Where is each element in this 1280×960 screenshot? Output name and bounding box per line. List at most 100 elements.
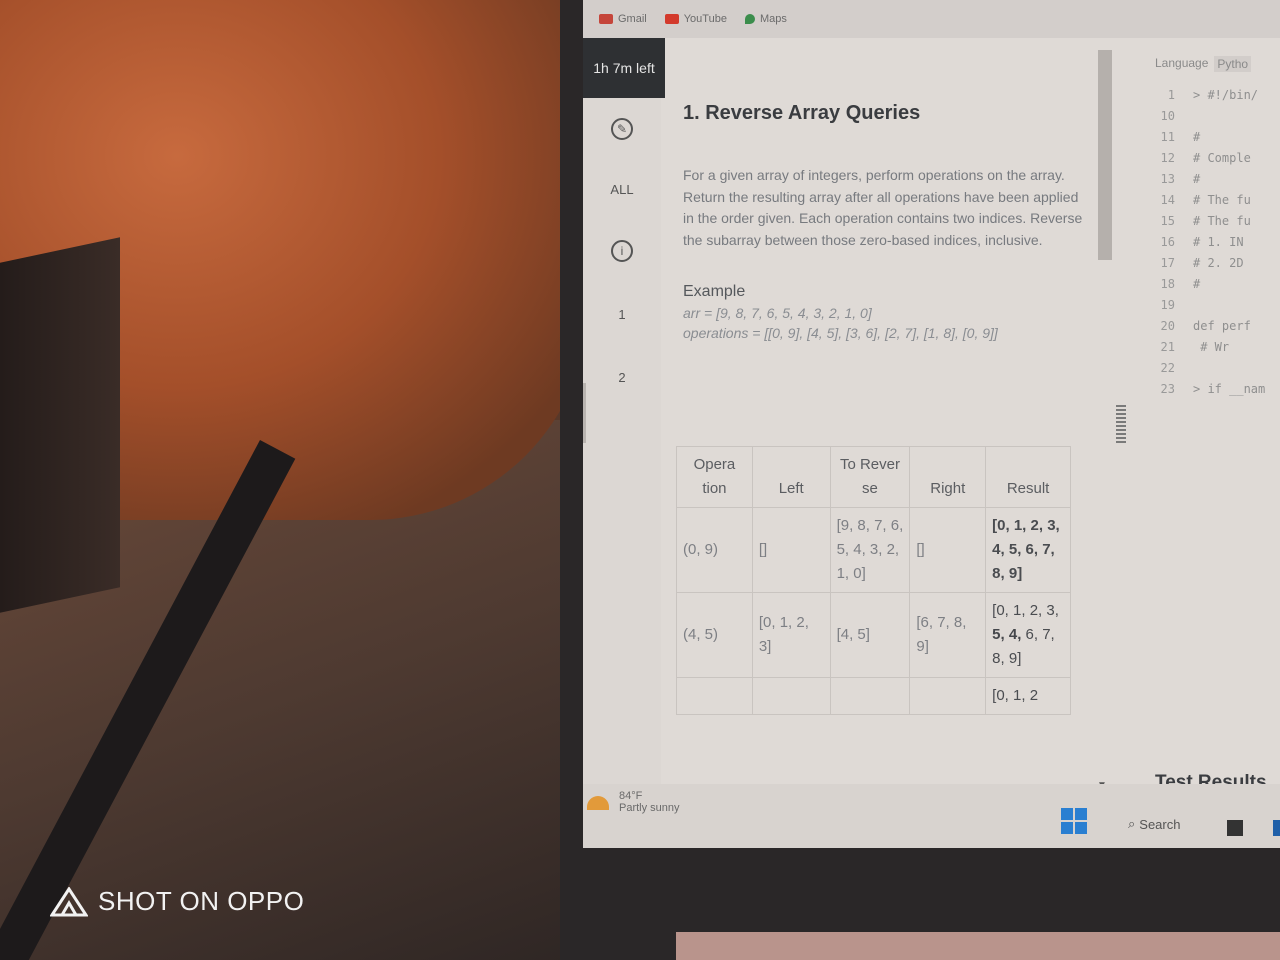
code-line[interactable]: 23 > if __nam xyxy=(1143,382,1266,403)
weather-temp: 84°F xyxy=(619,790,643,802)
line-number: 14 xyxy=(1160,193,1175,207)
code-line[interactable]: 18 # xyxy=(1143,277,1201,298)
maps-icon xyxy=(744,14,755,24)
windows-start-icon[interactable] xyxy=(1061,808,1087,834)
header-left: Left xyxy=(751,446,831,508)
taskbar-app-icon[interactable] xyxy=(1273,820,1280,836)
cell-left xyxy=(751,677,831,715)
code-line[interactable]: 22 xyxy=(1143,361,1193,382)
code-line[interactable]: 13 # xyxy=(1143,172,1201,193)
example-arr: arr = [9, 8, 7, 6, 5, 4, 3, 2, 1, 0] xyxy=(683,305,872,321)
cell-operation: (4, 5) xyxy=(676,592,753,678)
language-value[interactable]: Pytho xyxy=(1214,56,1252,72)
bookmark-gmail[interactable]: Gmail xyxy=(599,13,647,25)
nav-info[interactable]: i xyxy=(583,240,661,262)
watermark-text: SHOT ON OPPO xyxy=(98,886,305,916)
code-line[interactable]: 17 # 2. 2D xyxy=(1143,256,1244,277)
line-number: 21 xyxy=(1160,340,1175,354)
header-result: Result xyxy=(985,446,1071,508)
line-code: # 1. IN xyxy=(1193,235,1244,249)
line-code: # Comple xyxy=(1193,151,1251,165)
cell-left: [] xyxy=(751,507,831,593)
table-row: (4, 5) [0, 1, 2, 3] [4, 5] [6, 7, 8, 9] … xyxy=(676,592,1071,678)
problem-scrollbar[interactable] xyxy=(1098,50,1112,260)
code-line[interactable]: 14 # The fu xyxy=(1143,193,1251,214)
cell-operation: (0, 9) xyxy=(676,507,753,593)
weather-condition: Partly sunny xyxy=(619,802,680,814)
code-line[interactable]: 20 def perf xyxy=(1143,319,1251,340)
laptop-screen: Gmail YouTube Maps 1h 7m left ✎ ALL i 1 … xyxy=(583,0,1280,848)
problem-description: For a given array of integers, perform o… xyxy=(683,167,1083,248)
header-operation: Opera tion xyxy=(676,446,753,508)
camera-watermark: SHOT ON OPPO xyxy=(50,886,304,917)
background-shadow xyxy=(0,237,120,613)
table-header-row: Opera tion Left To Rever se Right Result xyxy=(676,446,1071,508)
header-reverse: To Rever se xyxy=(829,446,911,508)
pencil-icon: ✎ xyxy=(611,118,633,140)
result-part: [0, 1, 2, 3, xyxy=(992,602,1059,619)
taskbar-search[interactable]: ⌕ Search xyxy=(1128,816,1180,832)
taskbar: 84°F Partly sunny ⌕ Search xyxy=(583,784,1280,848)
cell-result: [0, 1, 2, 3, 5, 4, 6, 7, 8, 9] xyxy=(985,592,1071,678)
language-selector[interactable]: Language Pytho xyxy=(1155,56,1252,72)
cell-reverse: [9, 8, 7, 6, 5, 4, 3, 2, 1, 0] xyxy=(829,507,911,593)
question-nav: ✎ ALL i 1 2 xyxy=(583,98,661,798)
code-line[interactable]: 11 # xyxy=(1143,130,1201,151)
search-label: Search xyxy=(1139,816,1181,832)
code-line[interactable]: 15 # The fu xyxy=(1143,214,1251,235)
taskbar-app-icon[interactable] xyxy=(1227,820,1243,836)
code-line[interactable]: 21 # Wr xyxy=(1143,340,1230,361)
code-line[interactable]: 12 # Comple xyxy=(1143,151,1251,172)
line-number: 13 xyxy=(1160,172,1175,186)
nav-question-2[interactable]: 2 xyxy=(583,370,661,385)
line-code: # 2. 2D xyxy=(1193,256,1244,270)
line-number: 19 xyxy=(1160,298,1175,312)
nav-all[interactable]: ALL xyxy=(583,182,661,197)
nav-active-indicator xyxy=(583,383,586,443)
line-code: # Wr xyxy=(1193,340,1230,354)
gmail-icon xyxy=(599,14,613,24)
bookmark-maps[interactable]: Maps xyxy=(744,13,787,25)
nav-edit[interactable]: ✎ xyxy=(583,118,661,140)
example-title: Example xyxy=(683,283,746,300)
bookmark-youtube[interactable]: YouTube xyxy=(664,13,727,25)
code-editor[interactable]: Language Pytho 1 > #!/bin/10 11 #12 # Comple… xyxy=(1143,50,1280,770)
laptop-base xyxy=(676,932,1280,960)
line-code: # xyxy=(1193,277,1201,291)
weather-widget[interactable]: 84°F Partly sunny xyxy=(587,790,680,814)
line-code: def perf xyxy=(1193,319,1251,333)
code-line[interactable]: 19 xyxy=(1143,298,1193,319)
result-highlight: 5, 4, xyxy=(992,626,1022,643)
line-number: 15 xyxy=(1160,214,1175,228)
cell-right: [6, 7, 8, 9] xyxy=(909,592,987,678)
nav-question-1[interactable]: 1 xyxy=(583,307,661,322)
line-code: > if __nam xyxy=(1193,382,1266,396)
line-code: # The fu xyxy=(1193,193,1251,207)
code-line[interactable]: 16 # 1. IN xyxy=(1143,235,1244,256)
problem-title: 1. Reverse Array Queries xyxy=(683,102,921,124)
example-operations: operations = [[0, 9], [4, 5], [3, 6], [2… xyxy=(683,325,998,341)
line-number: 16 xyxy=(1160,235,1175,249)
cell-reverse xyxy=(829,677,911,715)
cell-operation xyxy=(676,677,753,715)
operations-table: Opera tion Left To Rever se Right Result… xyxy=(676,446,1071,715)
header-right: Right xyxy=(909,446,987,508)
cell-left: [0, 1, 2, 3] xyxy=(751,592,831,678)
oppo-logo-icon xyxy=(50,886,88,916)
code-line[interactable]: 1 > #!/bin/ xyxy=(1143,88,1258,109)
language-label: Language xyxy=(1155,56,1209,70)
cell-result: [0, 1, 2 xyxy=(985,677,1071,715)
bookmark-label: Gmail xyxy=(618,13,647,25)
cell-right xyxy=(909,677,987,715)
partly-sunny-icon xyxy=(587,796,609,810)
line-number: 20 xyxy=(1160,319,1175,333)
bookmarks-bar: Gmail YouTube Maps xyxy=(583,0,1280,38)
panel-resize-handle[interactable] xyxy=(1116,405,1126,445)
line-code: > #!/bin/ xyxy=(1193,88,1259,102)
code-line[interactable]: 10 xyxy=(1143,109,1193,130)
cell-right: [] xyxy=(909,507,987,593)
line-number: 18 xyxy=(1160,277,1175,291)
